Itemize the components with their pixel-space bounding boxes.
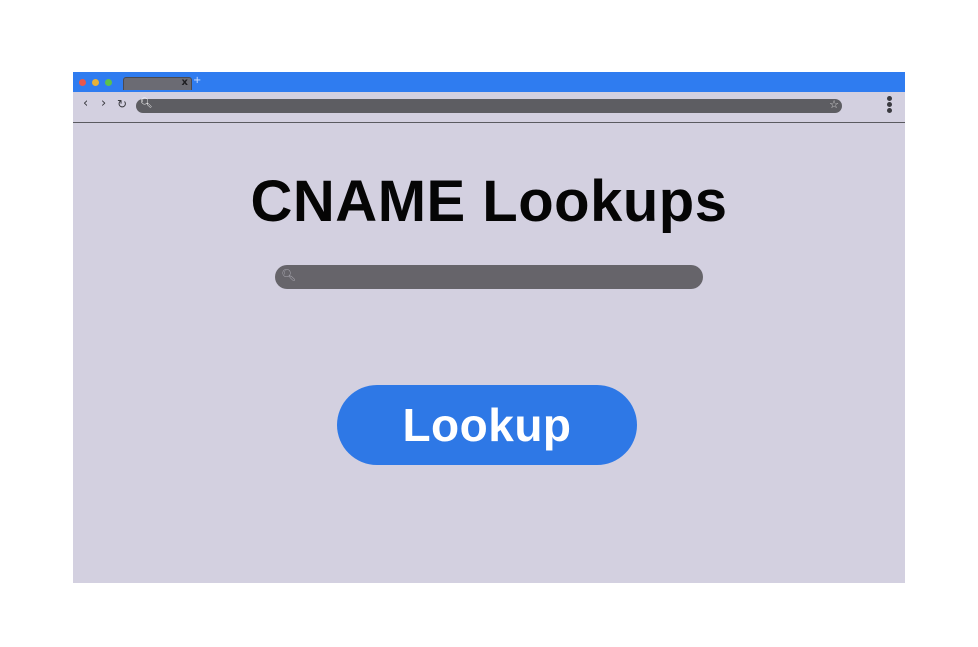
kebab-menu-icon[interactable] bbox=[887, 96, 893, 114]
search-icon: 🔍︎ bbox=[140, 98, 153, 109]
close-window-icon[interactable] bbox=[79, 79, 86, 86]
page-title: CNAME Lookups bbox=[250, 169, 728, 234]
forward-icon[interactable]: › bbox=[101, 96, 106, 111]
minimize-window-icon[interactable] bbox=[92, 79, 99, 86]
tab-close-icon[interactable]: x bbox=[182, 77, 188, 88]
browser-window: x + ‹ › ↻ 🔍︎ ☆ CNAME Lookups 🔍︎ Lookup bbox=[73, 72, 905, 583]
new-tab-icon[interactable]: + bbox=[193, 75, 201, 86]
search-icon: 🔍︎ bbox=[281, 268, 297, 282]
domain-input[interactable] bbox=[299, 265, 689, 289]
back-icon[interactable]: ‹ bbox=[83, 96, 88, 111]
browser-toolbar: ‹ › ↻ 🔍︎ ☆ bbox=[73, 92, 905, 123]
star-icon[interactable]: ☆ bbox=[829, 98, 839, 111]
maximize-window-icon[interactable] bbox=[105, 79, 112, 86]
browser-titlebar: x + bbox=[73, 72, 905, 92]
browser-tab[interactable]: x bbox=[123, 77, 192, 90]
lookup-button[interactable]: Lookup bbox=[337, 385, 637, 465]
address-bar[interactable]: 🔍︎ ☆ bbox=[136, 98, 842, 113]
reload-icon[interactable]: ↻ bbox=[117, 97, 127, 111]
lookup-search-bar[interactable]: 🔍︎ bbox=[275, 265, 703, 289]
